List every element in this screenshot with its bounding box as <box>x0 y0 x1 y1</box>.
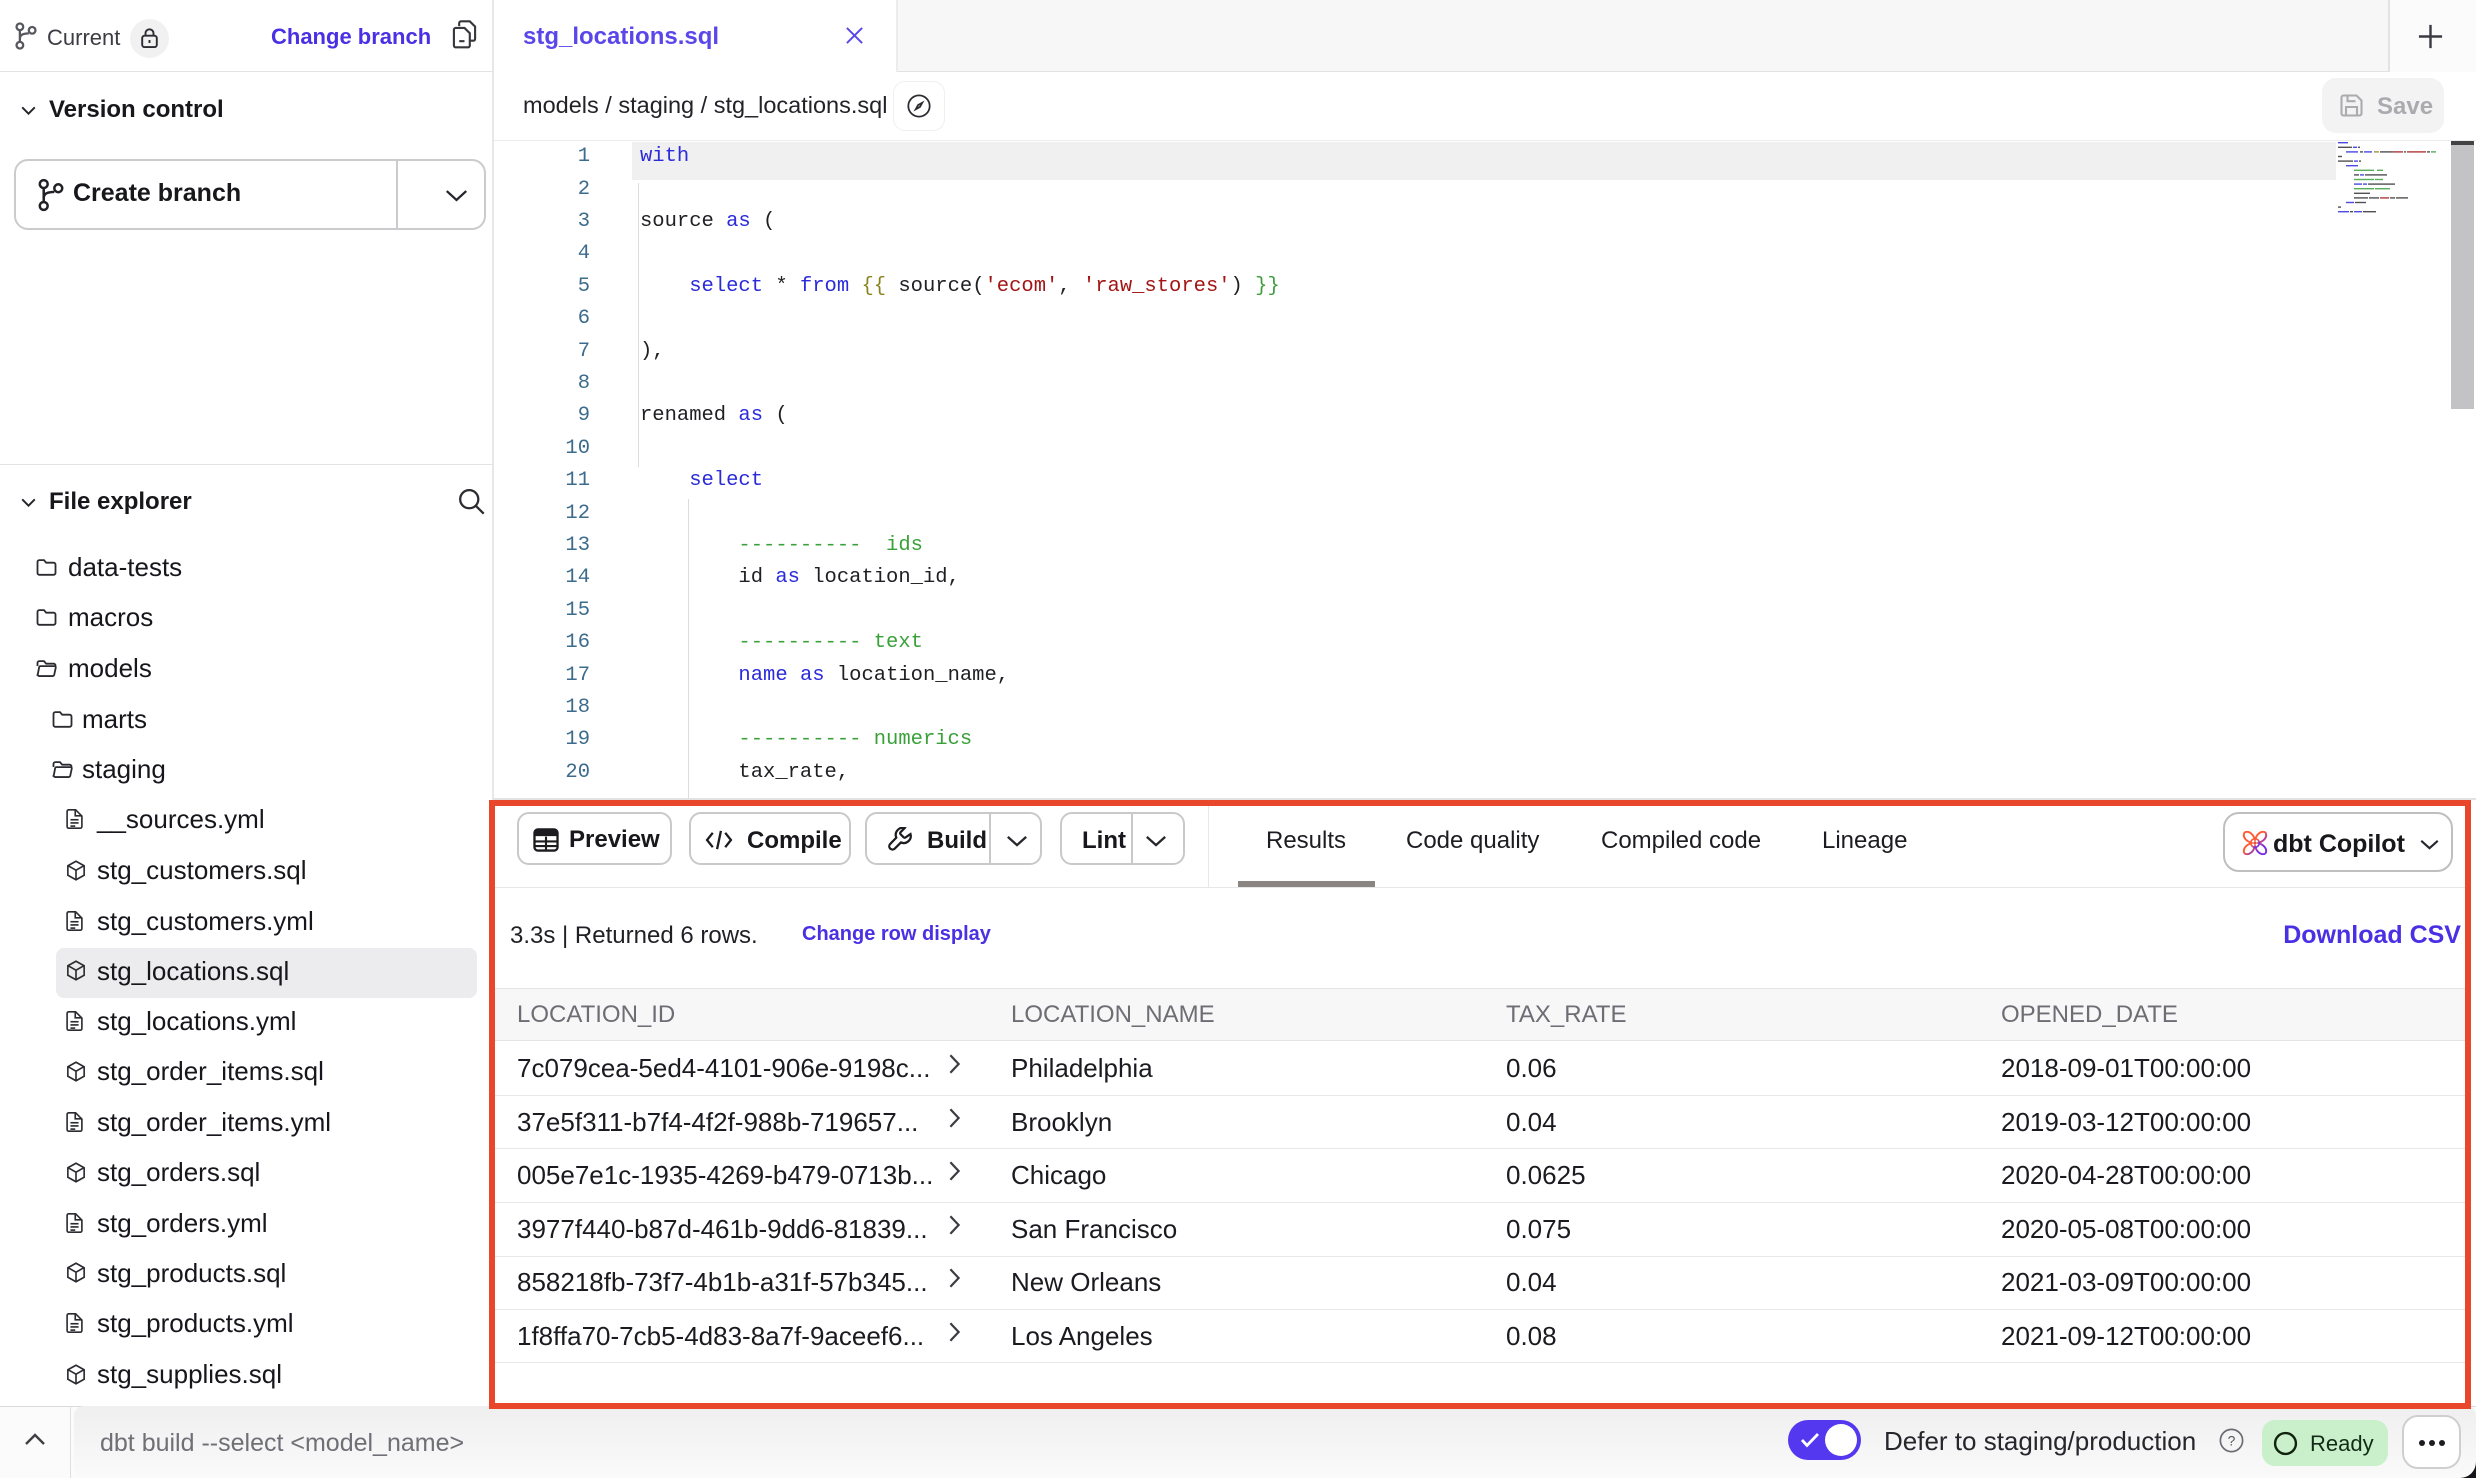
svg-text:?: ? <box>2228 1433 2236 1449</box>
